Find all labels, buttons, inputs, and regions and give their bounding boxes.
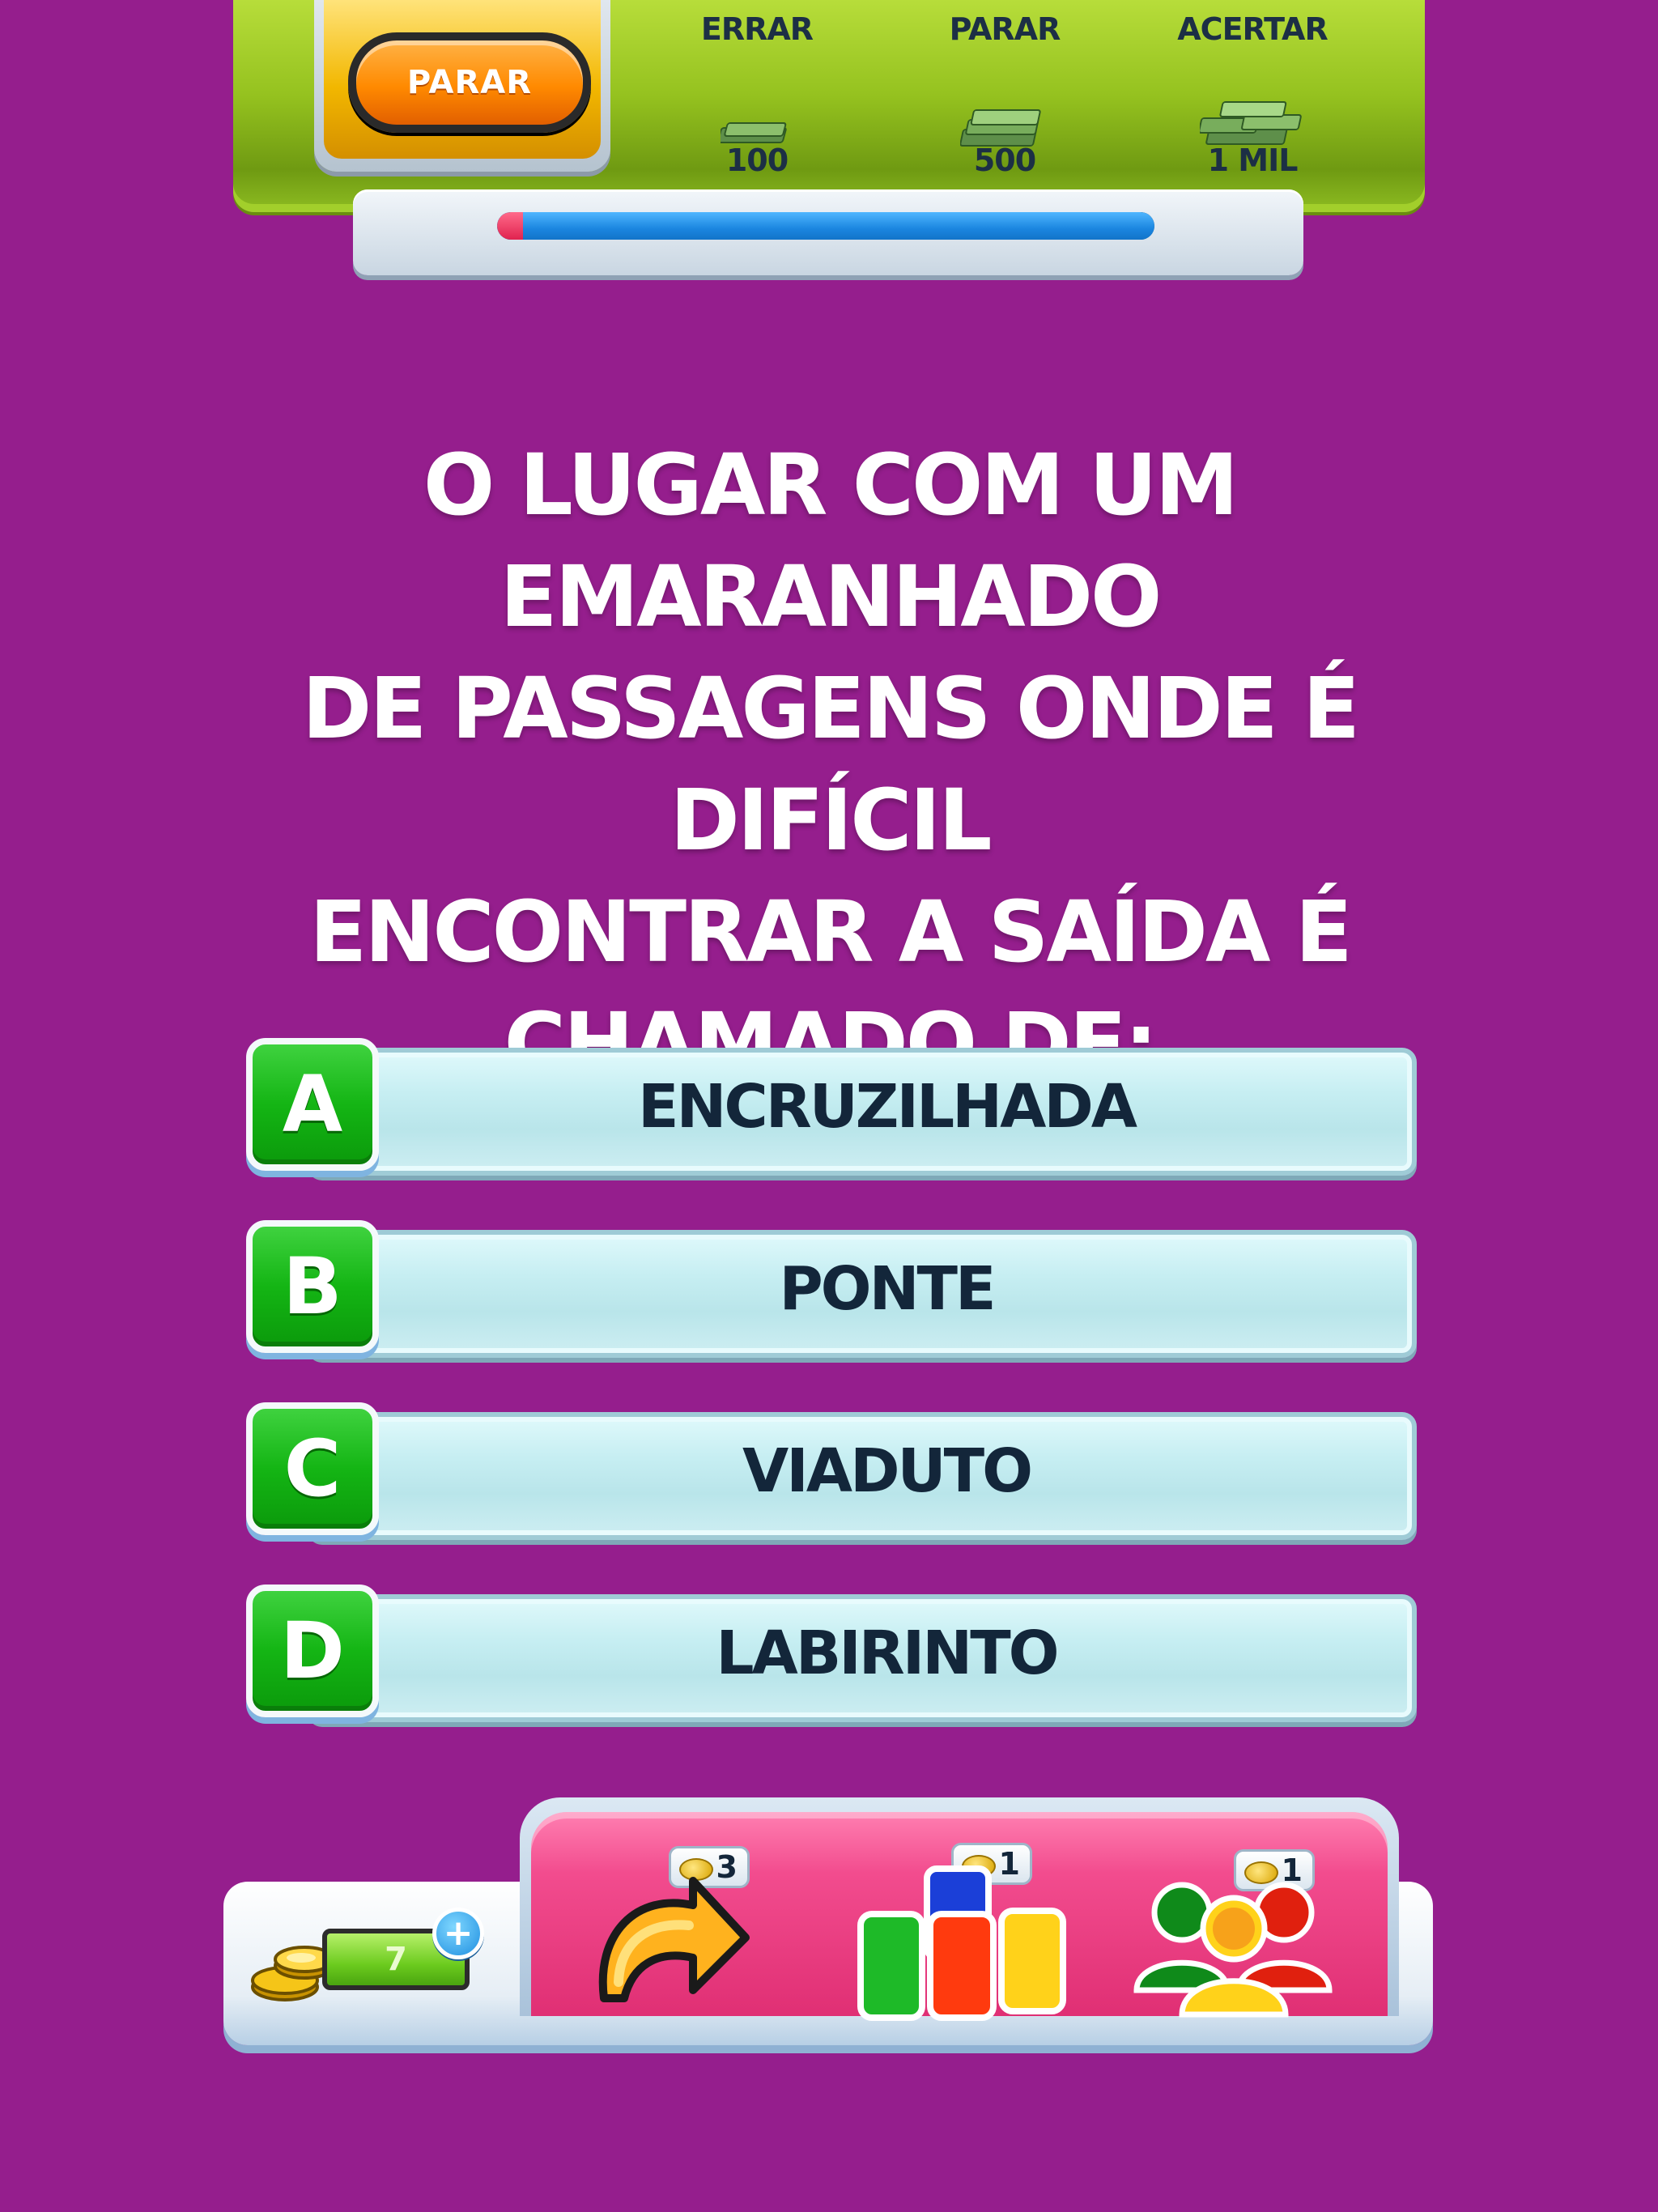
prize-stop-label: PARAR — [949, 11, 1061, 47]
plus-icon: + — [443, 1912, 474, 1954]
prize-right: ACERTAR 1 MIL — [1163, 0, 1341, 186]
answer-letter-c: C — [246, 1402, 379, 1535]
answer-letter-b: B — [246, 1220, 379, 1353]
prize-wrong-label: ERRAR — [700, 11, 814, 47]
help-cards-button[interactable]: 1 — [851, 1812, 1066, 2023]
timer-elapsed-fill — [497, 212, 524, 240]
stop-button[interactable]: PARAR — [348, 32, 591, 133]
coin-balance: 7 + — [248, 1908, 491, 2013]
help-audience-button[interactable]: 1 — [1130, 1812, 1341, 2023]
question-line: ENCONTRAR A SAÍDA É — [309, 883, 1353, 981]
stop-button-frame: PARAR — [314, 0, 610, 172]
answer-option-a[interactable]: A ENCRUZILHADA — [243, 1038, 1417, 1176]
answer-text-d: LABIRINTO — [716, 1619, 1059, 1688]
timer-bar — [353, 189, 1303, 275]
cards-icon — [857, 1865, 1066, 2021]
answer-letter-d: D — [246, 1585, 379, 1717]
add-coins-button[interactable]: + — [432, 1908, 484, 1959]
help-tray: 3 1 1 — [520, 1797, 1399, 2021]
timer-remaining-fill — [497, 212, 1154, 240]
prize-stop-amount: 500 — [973, 143, 1036, 178]
prize-right-label: ACERTAR — [1177, 11, 1328, 47]
answer-letter-a: A — [246, 1038, 379, 1171]
audience-icon — [1133, 1882, 1333, 2018]
prize-wrong-amount: 100 — [725, 143, 789, 178]
prize-panel: PARAR ERRAR 100 PARAR 500 ACERTAR 1 MIL — [233, 0, 1425, 212]
answer-option-d[interactable]: D LABIRINTO — [243, 1585, 1417, 1722]
prize-right-amount: 1 MIL — [1207, 143, 1299, 178]
answer-text-b: PONTE — [779, 1254, 996, 1324]
answer-option-b[interactable]: B PONTE — [243, 1220, 1417, 1358]
prize-stop: PARAR 500 — [916, 0, 1094, 186]
help-skip-button[interactable]: 3 — [572, 1812, 782, 2023]
money-stack-icon — [1200, 101, 1302, 145]
timer-track — [497, 212, 1154, 240]
answer-option-c[interactable]: C VIADUTO — [243, 1402, 1417, 1540]
question-text: O LUGAR COM UM EMARANHADO DE PASSAGENS O… — [267, 429, 1392, 1100]
answer-text-a: ENCRUZILHADA — [637, 1072, 1137, 1142]
skip-arrow-icon — [598, 1877, 750, 2002]
question-line: DE PASSAGENS ONDE É DIFÍCIL — [302, 659, 1360, 870]
question-line: O LUGAR COM UM EMARANHADO — [423, 436, 1239, 646]
answer-text-c: VIADUTO — [742, 1436, 1033, 1506]
prize-wrong: ERRAR 100 — [668, 0, 846, 186]
